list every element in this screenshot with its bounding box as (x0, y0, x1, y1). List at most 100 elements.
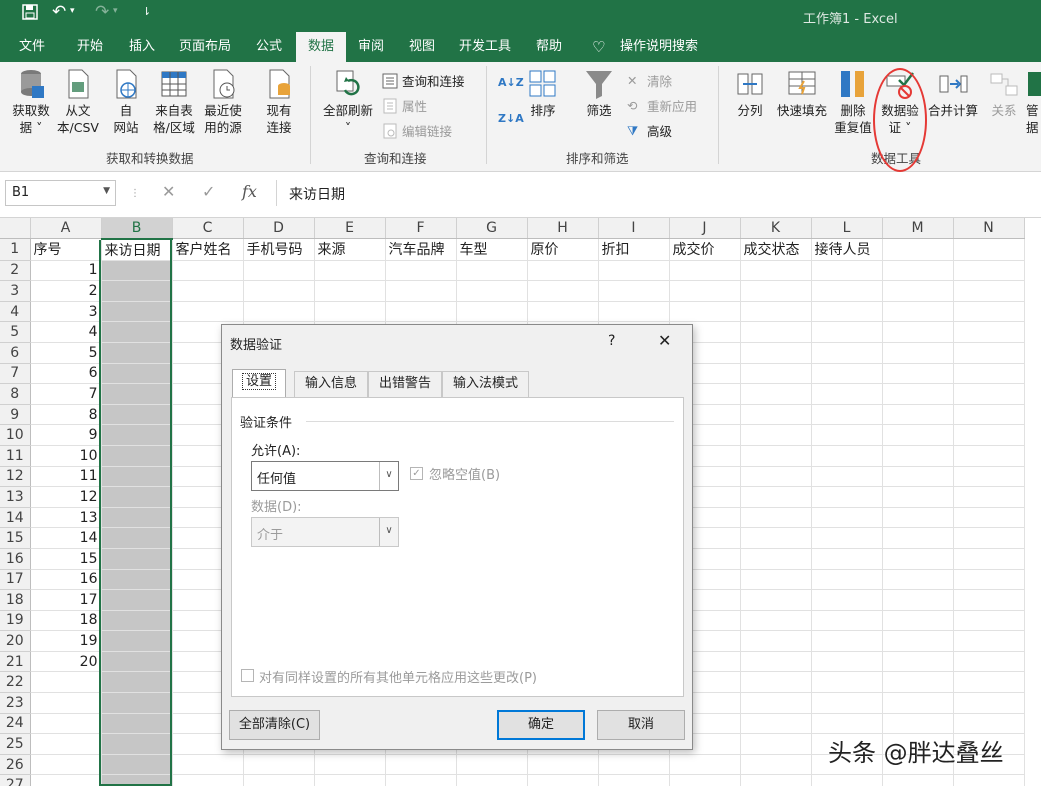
row-header[interactable]: 5 (0, 321, 31, 343)
cancel-icon[interactable]: ✕ (162, 182, 175, 201)
redo-icon[interactable]: ↷ (95, 2, 109, 22)
cell-b4[interactable] (101, 301, 173, 323)
cell-j1[interactable]: 成交价 (669, 238, 741, 261)
cell-b18[interactable] (101, 589, 173, 611)
cell-l10[interactable] (811, 424, 883, 446)
cancel-button[interactable]: 取消 (597, 710, 685, 740)
cell-f3[interactable] (385, 280, 457, 302)
relationships-button[interactable]: 关系 (986, 68, 1022, 119)
cell-l17[interactable] (811, 569, 883, 591)
text-to-columns-button[interactable]: 分列 (731, 68, 769, 119)
column-header-f[interactable]: F (385, 218, 457, 240)
row-header[interactable]: 15 (0, 527, 31, 549)
cell-k3[interactable] (740, 280, 812, 302)
cell-d3[interactable] (243, 280, 315, 302)
cell-n27[interactable] (953, 774, 1025, 786)
cell-e27[interactable] (314, 774, 386, 786)
cell-n14[interactable] (953, 507, 1025, 529)
cell-a18[interactable]: 17 (30, 589, 102, 611)
cell-a13[interactable]: 12 (30, 486, 102, 508)
cell-b22[interactable] (101, 671, 173, 694)
cell-k1[interactable]: 成交状态 (740, 238, 812, 261)
cell-c2[interactable] (172, 260, 244, 282)
column-header-l[interactable]: L (811, 218, 883, 240)
cell-a9[interactable]: 8 (30, 404, 102, 426)
filter-button[interactable]: 筛选 (583, 68, 615, 119)
cell-m27[interactable] (882, 774, 954, 786)
cell-a3[interactable]: 2 (30, 280, 102, 302)
cell-a16[interactable]: 15 (30, 548, 102, 570)
cell-e2[interactable] (314, 260, 386, 282)
cell-k12[interactable] (740, 466, 812, 488)
cell-n6[interactable] (953, 342, 1025, 364)
row-header[interactable]: 2 (0, 260, 31, 282)
cell-l5[interactable] (811, 321, 883, 343)
cell-m9[interactable] (882, 404, 954, 426)
tab-page-layout[interactable]: 页面布局 (179, 32, 231, 62)
data-select[interactable]: 介于 ∨ (251, 517, 399, 547)
cell-b13[interactable] (101, 486, 173, 508)
cell-l1[interactable]: 接待人员 (811, 238, 883, 261)
properties-button[interactable]: 属性 (382, 96, 427, 115)
cell-g27[interactable] (456, 774, 528, 786)
cell-d1[interactable]: 手机号码 (243, 238, 315, 261)
cell-g1[interactable]: 车型 (456, 238, 528, 261)
cell-n13[interactable] (953, 486, 1025, 508)
cell-l7[interactable] (811, 363, 883, 385)
cell-b3[interactable] (101, 280, 173, 302)
row-header[interactable]: 24 (0, 713, 31, 735)
row-header[interactable]: 3 (0, 280, 31, 302)
cell-k6[interactable] (740, 342, 812, 364)
cell-n23[interactable] (953, 692, 1025, 714)
cell-l4[interactable] (811, 301, 883, 323)
cell-a22[interactable] (30, 671, 102, 694)
cell-m15[interactable] (882, 527, 954, 549)
cell-i1[interactable]: 折扣 (598, 238, 670, 261)
advanced-filter-button[interactable]: ⧩ 高级 (627, 121, 672, 140)
cell-k27[interactable] (740, 774, 812, 786)
cell-k24[interactable] (740, 713, 812, 735)
tab-ime-mode[interactable]: 输入法模式 (442, 371, 530, 397)
cell-n17[interactable] (953, 569, 1025, 591)
cell-a6[interactable]: 5 (30, 342, 102, 364)
cell-b9[interactable] (101, 404, 173, 426)
cell-m11[interactable] (882, 445, 954, 467)
tab-data[interactable]: 数据 (296, 32, 346, 62)
cell-a11[interactable]: 10 (30, 445, 102, 467)
cell-k14[interactable] (740, 507, 812, 529)
cell-k18[interactable] (740, 589, 812, 611)
cell-m6[interactable] (882, 342, 954, 364)
cell-b2[interactable] (101, 260, 173, 282)
cell-k8[interactable] (740, 383, 812, 405)
cell-e1[interactable]: 来源 (314, 238, 386, 261)
cell-g4[interactable] (456, 301, 528, 323)
cell-f26[interactable] (385, 754, 457, 776)
cell-d26[interactable] (243, 754, 315, 776)
formula-input[interactable]: 来访日期 (276, 180, 1041, 206)
cell-b17[interactable] (101, 569, 173, 591)
cell-h26[interactable] (527, 754, 599, 776)
row-header[interactable]: 25 (0, 733, 31, 755)
tab-help[interactable]: 帮助 (536, 32, 562, 62)
sort-za-icon[interactable]: Z↓A (498, 112, 524, 125)
sort-button[interactable]: 排序 (527, 68, 559, 119)
cell-b19[interactable] (101, 610, 173, 632)
cell-b24[interactable] (101, 713, 173, 735)
cell-n1[interactable] (953, 238, 1025, 261)
cell-m16[interactable] (882, 548, 954, 570)
cell-k13[interactable] (740, 486, 812, 508)
cell-i2[interactable] (598, 260, 670, 282)
cell-h2[interactable] (527, 260, 599, 282)
cell-n5[interactable] (953, 321, 1025, 343)
cell-l19[interactable] (811, 610, 883, 632)
tell-me-search[interactable]: 操作说明搜索 (620, 32, 698, 62)
cell-c27[interactable] (172, 774, 244, 786)
cell-l2[interactable] (811, 260, 883, 282)
cell-k15[interactable] (740, 527, 812, 549)
cell-j3[interactable] (669, 280, 741, 302)
cell-b26[interactable] (101, 754, 173, 776)
cell-i26[interactable] (598, 754, 670, 776)
cell-a17[interactable]: 16 (30, 569, 102, 591)
tab-settings[interactable]: 设置 (232, 369, 287, 397)
row-header[interactable]: 12 (0, 466, 31, 488)
